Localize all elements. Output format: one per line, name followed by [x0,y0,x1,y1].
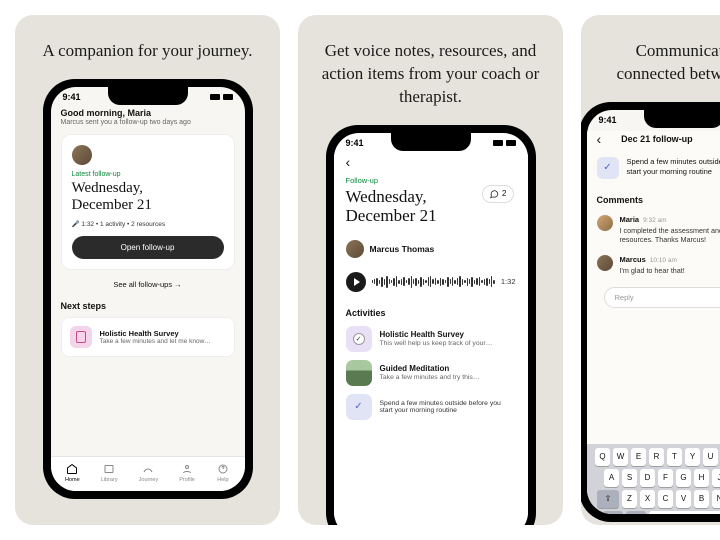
tab-journey[interactable]: Journey [139,463,159,483]
key-emoji[interactable]: ☺ [626,511,646,514]
tab-profile[interactable]: Profile [179,463,195,483]
status-indicators [210,92,233,102]
phone-frame: 9:41 ‹ Follow-up Wednesday, December 21 … [326,125,536,525]
play-button[interactable] [346,272,366,292]
key-a[interactable]: A [604,469,619,487]
key-b[interactable]: B [694,490,709,508]
profile-icon [180,463,194,475]
check-icon [346,326,372,352]
panel-3: Communicate and stay connected between s… [581,15,720,525]
phone-frame: 9:41 Good morning, Maria Marcus sent you… [43,79,253,499]
status-time: 9:41 [346,138,364,148]
open-followup-button[interactable]: Open follow-up [72,236,224,259]
panel-2: Get voice notes, resources, and action i… [298,15,563,525]
activity-item[interactable]: Spend a few minutes outside before you s… [346,394,516,420]
panel-heading: A companion for your journey. [23,40,273,63]
followup-label: Latest follow-up [72,171,224,178]
avatar [597,255,613,271]
followup-card[interactable]: Latest follow-up Wednesday, December 21 … [61,134,235,271]
tab-home[interactable]: Home [65,463,80,483]
avatar [72,145,92,165]
comment-icon [489,189,499,199]
followup-meta: 🎤 1:32 • 1 activity • 2 resources [72,220,224,228]
key-z[interactable]: Z [622,490,637,508]
avatar [346,240,364,258]
greeting-text: Good morning, Maria [61,108,235,118]
comment-item: Maria9:32 am I completed the assessment … [597,215,720,245]
followup-date: Wednesday, December 21 [72,180,224,215]
key-d[interactable]: D [640,469,655,487]
home-icon [65,463,79,475]
key-g[interactable]: G [676,469,691,487]
key-space[interactable]: space [649,511,720,514]
key-shift[interactable]: ⇧ [597,490,619,508]
comment-count-badge[interactable]: 2 [482,185,513,203]
activity-item[interactable]: Guided MeditationTake a few minutes and … [346,360,516,386]
comments-heading: Comments [597,195,720,205]
key-e[interactable]: E [631,448,646,466]
screen-title: Dec 21 follow-up [621,134,693,144]
key-n[interactable]: N [712,490,720,508]
tab-help[interactable]: Help [216,463,230,483]
screenshot-gallery: A companion for your journey. 9:41 Good … [0,0,720,540]
keyboard: QWERTYUIOP ASDFGHJKL ⇧ZXCVBNM⌫ 123 ☺ spa… [587,444,720,514]
key-c[interactable]: C [658,490,673,508]
library-icon [102,463,116,475]
phone-frame: 9:41 ‹ Dec 21 follow-up Spend a few minu… [581,102,720,522]
greeting-subtitle: Marcus sent you a follow-up two days ago [61,119,235,126]
status-indicators [493,138,516,148]
waveform-icon[interactable] [372,274,495,290]
sender-row[interactable]: Marcus Thomas [346,240,516,258]
panel-1: A companion for your journey. 9:41 Good … [15,15,280,525]
tab-library[interactable]: Library [101,463,118,483]
activity-item[interactable]: Holistic Health SurveyThis well help us … [346,326,516,352]
status-time: 9:41 [63,92,81,102]
step-title: Holistic Health Survey [100,329,211,338]
reply-row: Reply [597,287,720,308]
help-icon [216,463,230,475]
next-step-item[interactable]: Holistic Health Survey Take a few minute… [61,317,235,357]
phone-notch [108,87,188,105]
panel-heading: Get voice notes, resources, and action i… [298,40,563,109]
key-w[interactable]: W [613,448,628,466]
followup-label: Follow-up [346,176,516,185]
see-all-link[interactable]: See all follow-ups → [61,280,235,289]
next-steps-heading: Next steps [61,301,235,311]
phone-notch [644,110,720,128]
avatar [597,215,613,231]
panel-heading: Communicate and stay connected between s… [581,40,720,86]
step-desc: Take a few minutes and let me know… [100,338,211,345]
key-r[interactable]: R [649,448,664,466]
key-s[interactable]: S [622,469,637,487]
key-f[interactable]: F [658,469,673,487]
journey-icon [141,463,155,475]
check-icon [346,394,372,420]
back-button[interactable]: ‹ [346,154,516,170]
key-123[interactable]: 123 [603,511,623,514]
key-j[interactable]: J [712,469,720,487]
phone-notch [391,133,471,151]
key-v[interactable]: V [676,490,691,508]
key-h[interactable]: H [694,469,709,487]
tab-bar: Home Library Journey Profile Help [51,456,245,491]
task-item[interactable]: Spend a few minutes outside before you s… [597,157,720,179]
audio-duration: 1:32 [501,277,516,286]
key-q[interactable]: Q [595,448,610,466]
audio-player: 1:32 [346,272,516,292]
status-time: 9:41 [599,115,617,125]
key-t[interactable]: T [667,448,682,466]
activities-heading: Activities [346,308,516,318]
key-y[interactable]: Y [685,448,700,466]
meditation-image-icon [346,360,372,386]
comment-item: Marcus10:10 am I'm glad to hear that! [597,255,720,275]
key-u[interactable]: U [703,448,718,466]
sender-name: Marcus Thomas [370,244,435,254]
reply-input[interactable]: Reply [604,287,720,308]
check-icon [597,157,619,179]
survey-icon [70,326,92,348]
back-button[interactable]: ‹ [597,131,602,147]
key-x[interactable]: X [640,490,655,508]
